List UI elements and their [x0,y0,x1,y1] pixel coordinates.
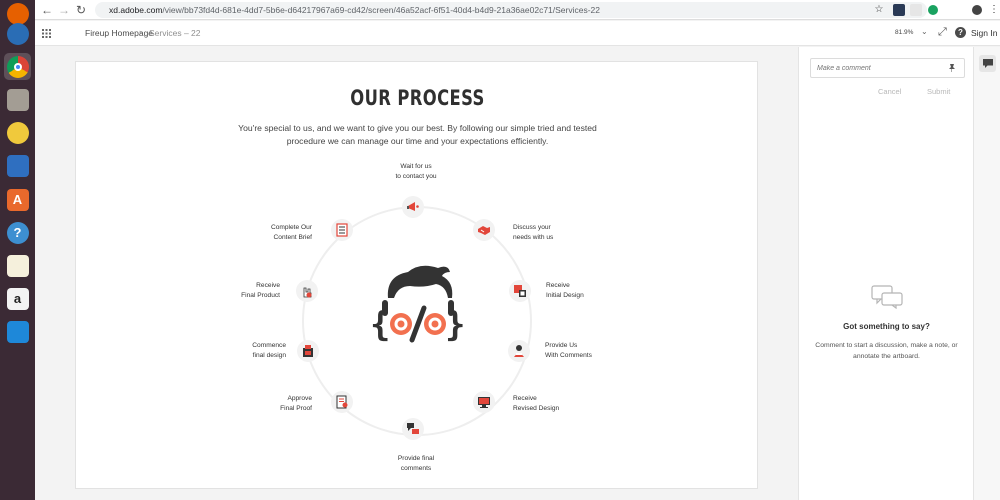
comments-icon [402,418,424,440]
comments-panel: Cancel Submit Got something to say? Comm… [798,47,973,500]
approve-icon [331,391,353,413]
step-label-8: Commence final design [252,342,286,359]
step-label-9: Receive Final Product [241,282,280,299]
fullscreen-icon[interactable]: ⤢ [938,26,947,39]
browser-toolbar: ← → ↻ xd.adobe.com/view/bb73fd4d-681e-4d… [35,0,1000,20]
address-bar[interactable]: xd.adobe.com/view/bb73fd4d-681e-4dd7-5b6… [95,2,927,18]
dock-help[interactable]: ? [4,219,31,246]
chat-bubbles-icon [871,285,903,309]
comment-icon [982,59,993,68]
url-host: xd.adobe.com [109,5,163,15]
empty-state-title: Got something to say? [843,322,930,331]
menu-icon[interactable]: ⋮ [988,4,1000,16]
dock-chrome[interactable] [4,53,31,80]
comments-toggle-button[interactable] [979,55,996,72]
dock-software[interactable]: A [4,186,31,213]
url-path: /view/bb73fd4d-681e-4dd7-5b6e-d64217967a… [162,5,601,15]
extension-icon-2[interactable] [910,4,922,16]
grid-icon[interactable] [42,29,51,38]
forward-icon[interactable]: → [57,3,71,17]
empty-state-text: Comment to start a discussion, make a no… [815,342,958,360]
tools-icon [297,340,319,362]
comment-input[interactable] [810,58,965,78]
ubuntu-dock: A ? a [0,0,35,500]
step-label-4: Provide Us With Comments [545,342,592,359]
design-icon [509,280,531,302]
page-title: OUR PROCESS [350,86,485,110]
reload-icon[interactable]: ↻ [74,3,88,17]
dock-writer[interactable] [4,152,31,179]
pin-icon[interactable] [947,63,957,73]
breadcrumb-separator: › [139,27,142,37]
step-label-6: Provide final comments [397,455,435,472]
bookmark-star-icon[interactable]: ☆ [873,4,885,16]
help-icon: ? [6,221,29,244]
files-icon [6,88,29,111]
step-label-3: Receive Initial Design [546,282,584,299]
rhythmbox-icon [6,121,29,144]
breadcrumb-current: Services – 22 [149,28,201,38]
svg-text:{: { [370,305,390,345]
dock-notes[interactable] [4,252,31,279]
profile-icon[interactable] [971,4,983,16]
chevron-down-icon[interactable]: ⌄ [921,27,928,36]
sign-in-link[interactable]: Sign In [971,28,997,38]
checklist-icon [331,219,353,241]
svg-text:}: } [445,305,465,345]
xd-header: Fireup Homepage › Services – 22 81.9% ⌄ … [35,21,1000,46]
extension-icon-4[interactable] [945,4,957,16]
step-label-5: Receive Revised Design [513,395,560,412]
dock-files[interactable] [4,86,31,113]
mascot-illustration: { } [370,265,465,345]
page-subtitle: You're special to us, and we want to giv… [238,123,597,146]
thunderbird-icon [6,22,29,45]
step-label-2: Discuss your needs with us [513,224,554,241]
megaphone-icon [402,196,424,218]
notes-icon [6,254,29,277]
dock-rhythmbox[interactable] [4,119,31,146]
dock-amazon[interactable]: a [4,285,31,312]
step-label-7: Approve Final Proof [280,395,312,412]
help-circle-icon[interactable]: ? [955,27,966,38]
software-center-icon: A [6,188,29,211]
zoom-select[interactable]: 81.9% [895,29,913,36]
monitor-icon [473,391,495,413]
vscode-icon [6,320,29,343]
chrome-icon [6,55,29,78]
back-icon[interactable]: ← [40,3,54,17]
artboard: OUR PROCESS You're special to us, and we… [75,61,758,489]
step-label-10: Complete Our Content Brief [270,224,312,241]
person-icon [508,340,530,362]
extension-icon-3[interactable] [927,4,939,16]
hand-icon [296,280,318,302]
side-toolbar [973,47,1000,500]
step-label-1: Wait for us to contact you [395,163,437,180]
breadcrumb-home[interactable]: Fireup Homepage [85,28,153,38]
writer-icon [6,154,29,177]
cancel-button[interactable]: Cancel [878,87,901,96]
dock-thunderbird[interactable] [4,20,31,47]
dock-vscode[interactable] [4,318,31,345]
extension-icon-1[interactable] [893,4,905,16]
submit-button[interactable]: Submit [927,87,950,96]
amazon-icon: a [6,287,29,310]
handshake-icon [473,219,495,241]
